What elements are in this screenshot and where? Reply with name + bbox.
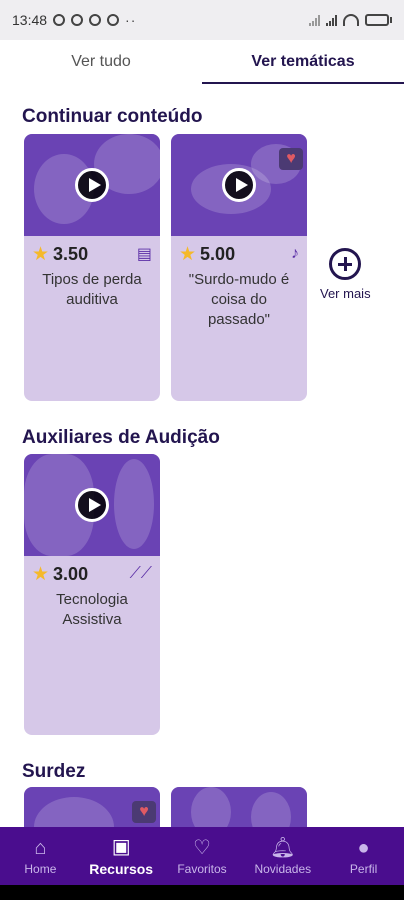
battery-icon	[365, 14, 392, 26]
nav-recursos[interactable]: ▣ Recursos	[81, 827, 162, 885]
card-rating: 3.00	[53, 563, 89, 584]
card-rating: 3.50	[53, 243, 89, 264]
star-icon: ★	[32, 243, 50, 265]
play-icon[interactable]	[75, 168, 109, 202]
person-icon: ●	[357, 837, 370, 859]
sync-icon	[107, 14, 120, 26]
notification-icon	[89, 14, 102, 26]
resources-icon: ▣	[111, 836, 131, 858]
section-title-surdez: Surdez	[22, 761, 86, 782]
system-navigation-bar	[0, 885, 404, 900]
nav-label: Recursos	[89, 861, 154, 877]
whatsapp-icon	[71, 14, 84, 26]
tab-bar: Ver tudo Ver temáticas	[0, 40, 404, 84]
signal-icon	[309, 14, 320, 26]
card-title: "Surdo-mudo é coisa do passado"	[188, 271, 290, 328]
library-icon: ▤	[136, 246, 152, 263]
card-thumbnail: ♥	[171, 134, 307, 236]
content-card[interactable]: ★ 3.50 ▤ Tipos de perda auditiva	[24, 134, 160, 401]
alarm-icon	[53, 14, 66, 26]
plus-circle-icon	[329, 248, 362, 280]
card-title: Tipos de perda auditiva	[42, 271, 142, 308]
trending-icon: ⟋⟋	[129, 565, 152, 582]
content-card[interactable]: ♥ ★ 5.00 ♪ "Surdo-mudo é coisa do passad…	[171, 134, 307, 401]
section-title-auxiliares: Auxiliares de Audição	[22, 427, 220, 448]
home-icon: ⌂	[34, 837, 47, 859]
bottom-navigation: ⌂ Home ▣ Recursos ♡ Favoritos 🔔︎ Novidad…	[0, 827, 404, 885]
card-thumbnail	[24, 134, 160, 236]
star-icon: ★	[179, 243, 197, 265]
card-thumbnail	[24, 454, 160, 556]
signal-icon-2	[326, 14, 337, 26]
nav-label: Perfil	[349, 862, 378, 876]
nav-home[interactable]: ⌂ Home	[0, 827, 81, 885]
content-card[interactable]: ★ 3.00 ⟋⟋ Tecnologia Assistiva	[24, 454, 160, 735]
tab-ver-tematicas[interactable]: Ver temáticas	[202, 40, 404, 84]
status-time: 13:48	[12, 12, 48, 28]
music-note-icon: ♪	[291, 245, 299, 262]
star-icon: ★	[32, 563, 50, 585]
see-more-button[interactable]: Ver mais	[320, 248, 371, 301]
tab-ver-tudo[interactable]: Ver tudo	[0, 40, 202, 84]
nav-perfil[interactable]: ● Perfil	[323, 827, 404, 885]
nav-label: Home	[24, 862, 57, 876]
bell-icon: 🔔︎	[270, 837, 296, 859]
section-title-continuar: Continuar conteúdo	[22, 106, 203, 127]
favorite-heart-icon[interactable]: ♥	[132, 801, 156, 823]
card-title: Tecnologia Assistiva	[56, 591, 128, 628]
heart-icon: ♡	[193, 837, 211, 859]
nav-label: Favoritos	[177, 862, 227, 876]
favorite-heart-icon[interactable]: ♥	[279, 148, 303, 170]
more-notifications-icon: ··	[125, 12, 137, 28]
see-more-label: Ver mais	[320, 286, 371, 301]
play-icon[interactable]	[75, 488, 109, 522]
card-rating: 5.00	[200, 243, 236, 264]
nav-label: Novidades	[254, 862, 312, 876]
nav-favoritos[interactable]: ♡ Favoritos	[162, 827, 243, 885]
status-bar: 13:48 ··	[0, 0, 404, 40]
wifi-icon	[343, 14, 359, 26]
play-icon[interactable]	[222, 168, 256, 202]
nav-novidades[interactable]: 🔔︎ Novidades	[242, 827, 323, 885]
